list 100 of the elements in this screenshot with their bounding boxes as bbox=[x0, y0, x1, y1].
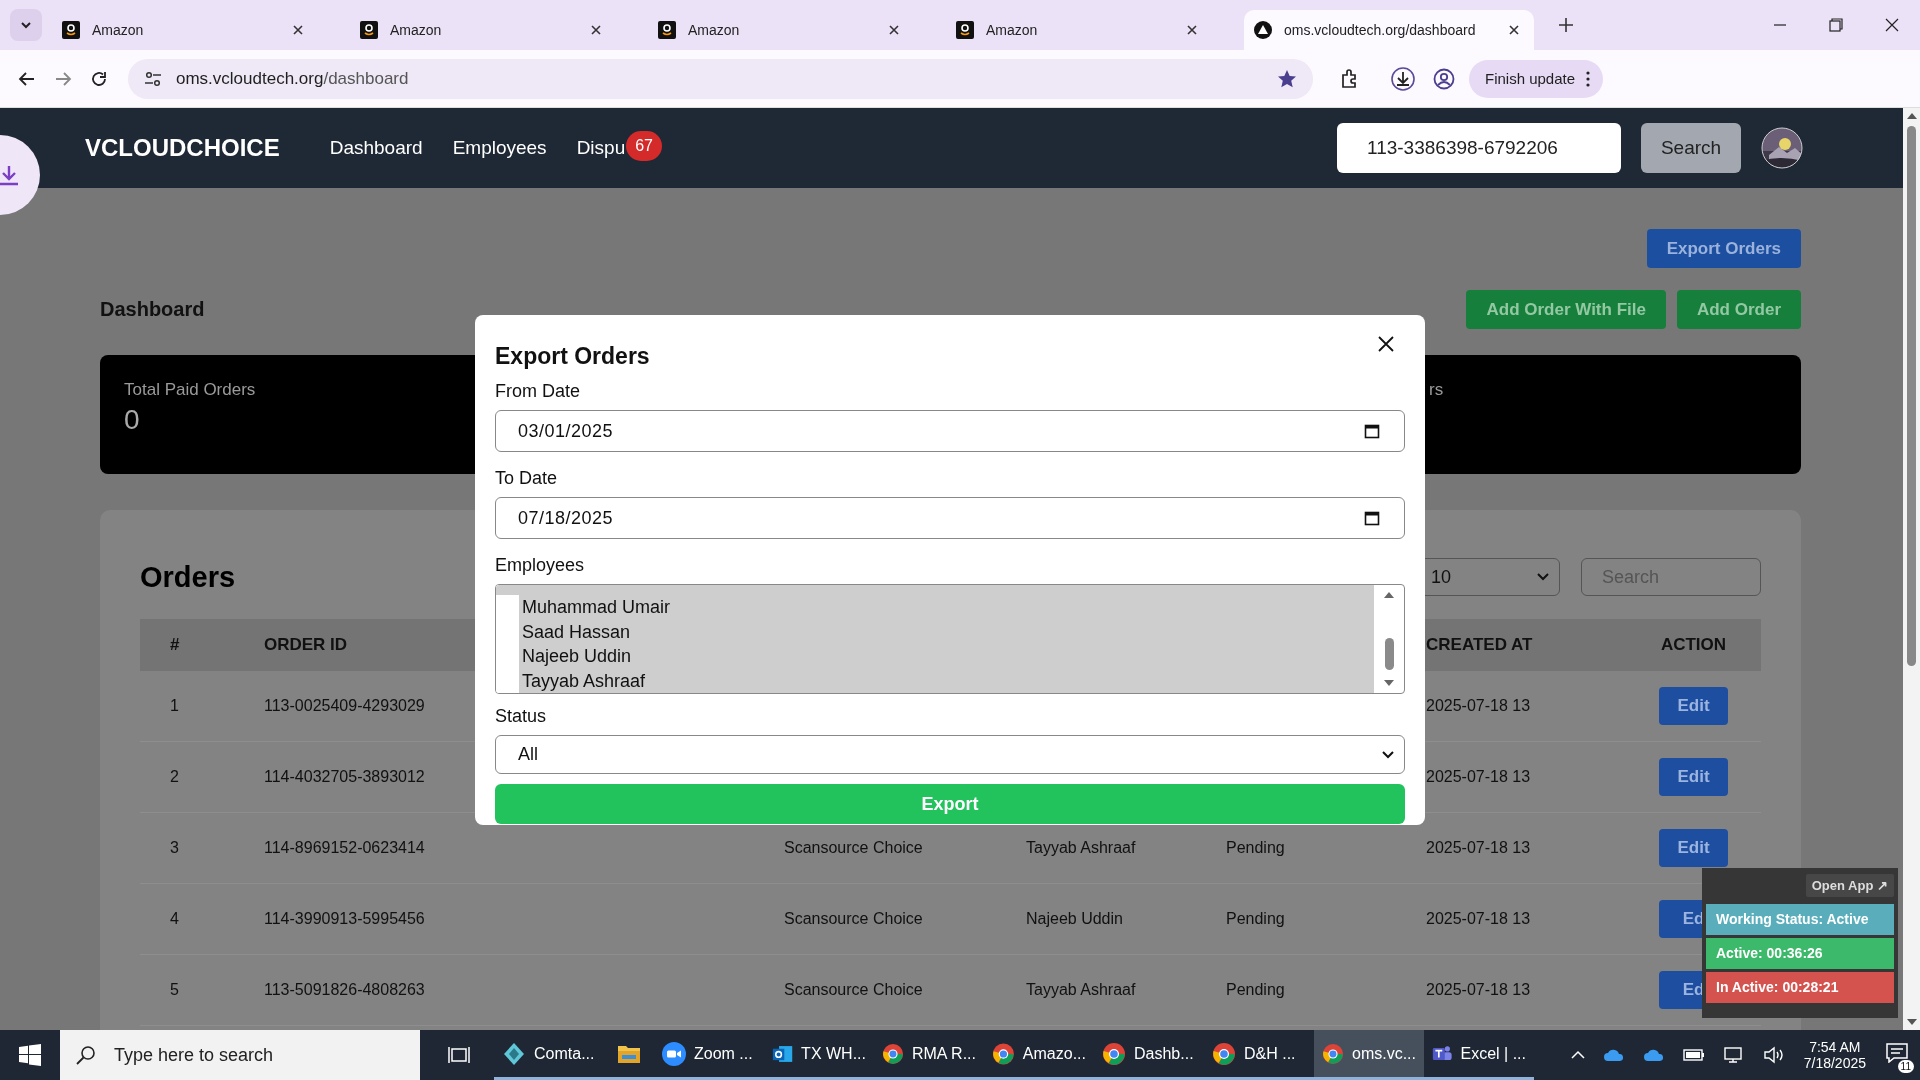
finish-update-button[interactable]: Finish update bbox=[1469, 59, 1604, 98]
more-icon[interactable] bbox=[1585, 70, 1592, 87]
taskbar-app[interactable]: TX WH... bbox=[764, 1030, 874, 1080]
edit-button[interactable]: Edit bbox=[1659, 758, 1728, 796]
table-cell: Scansource Choice bbox=[784, 981, 923, 998]
clock-time[interactable]: 7:54 AM bbox=[1809, 1039, 1861, 1055]
export-orders-button[interactable]: Export Orders bbox=[1646, 229, 1801, 268]
stat-label: rs bbox=[1429, 380, 1444, 400]
table-cell: 114-4032705-3893012 bbox=[264, 768, 425, 785]
close-icon[interactable] bbox=[1508, 24, 1520, 36]
table-cell: Najeeb Uddin bbox=[1026, 910, 1123, 927]
download-icon[interactable] bbox=[1391, 66, 1415, 91]
store-icon bbox=[360, 21, 378, 39]
nav-link[interactable]: Employees bbox=[452, 137, 547, 159]
search-field[interactable]: 113-3386398-6792206 bbox=[1337, 123, 1621, 173]
notification-badge: 67 bbox=[626, 131, 662, 161]
logo[interactable]: VCLOUDCHOICE bbox=[85, 134, 280, 162]
status-select[interactable]: All bbox=[495, 735, 1405, 774]
profile-icon[interactable] bbox=[1433, 67, 1455, 90]
cloud-icon[interactable] bbox=[1602, 1048, 1625, 1062]
employee-option[interactable]: Muhammad Umair bbox=[519, 595, 1374, 620]
close-icon[interactable] bbox=[1885, 18, 1899, 32]
close-icon[interactable] bbox=[590, 24, 602, 36]
open-app-button[interactable]: Open App ↗ bbox=[1805, 874, 1894, 897]
task-view-icon[interactable] bbox=[448, 1045, 470, 1065]
clock-date[interactable]: 7/18/2025 bbox=[1803, 1055, 1866, 1071]
cloud-icon[interactable] bbox=[1642, 1048, 1665, 1062]
table-cell: Tayyab Ashraaf bbox=[1026, 981, 1136, 998]
table-cell: 113-0025409-4293029 bbox=[264, 697, 425, 714]
battery-icon[interactable] bbox=[1682, 1048, 1705, 1062]
table-cell: 2 bbox=[170, 768, 179, 785]
date-field[interactable]: 03/01/2025 bbox=[495, 410, 1405, 452]
windows-icon[interactable] bbox=[19, 1044, 41, 1066]
browser-tab[interactable]: Amazon bbox=[52, 10, 318, 50]
browser-icon bbox=[1102, 1041, 1126, 1066]
restore-icon[interactable] bbox=[1829, 18, 1843, 32]
scroll-up-icon[interactable] bbox=[1906, 112, 1917, 120]
nav-link[interactable]: Dispu bbox=[576, 137, 626, 159]
employee-option[interactable]: Tayyab Ashraaf bbox=[519, 668, 1374, 693]
taskbar-app[interactable]: Amazo... bbox=[984, 1030, 1094, 1080]
star-icon[interactable] bbox=[1277, 68, 1297, 89]
taskbar-app[interactable]: Comta... bbox=[494, 1030, 604, 1080]
taskbar-app[interactable]: Excel | ... bbox=[1424, 1030, 1534, 1080]
employees-listbox[interactable]: Muhammad Umair Saad Hassan Najeeb Uddin Tayyab Ashraaf bbox=[495, 584, 1405, 694]
browser-tab[interactable]: Amazon bbox=[350, 10, 616, 50]
reload-icon[interactable] bbox=[90, 69, 108, 88]
stat-label: Total Paid Orders bbox=[124, 380, 256, 400]
employee-option[interactable]: Saad Hassan bbox=[519, 619, 1374, 644]
taskbar-app[interactable]: oms.vc... bbox=[1314, 1030, 1424, 1080]
status-bar: Working Status: Active bbox=[1706, 904, 1894, 935]
tab-list-button[interactable] bbox=[10, 9, 42, 41]
calendar-icon[interactable] bbox=[1364, 423, 1380, 439]
search-button[interactable]: Search bbox=[1641, 123, 1741, 173]
close-icon[interactable] bbox=[1186, 24, 1198, 36]
notification-count: 11 bbox=[1897, 1060, 1914, 1073]
network-icon[interactable] bbox=[1722, 1046, 1745, 1064]
close-icon[interactable] bbox=[1377, 335, 1395, 353]
scrollbar[interactable] bbox=[1903, 108, 1920, 1030]
close-icon[interactable] bbox=[292, 24, 304, 36]
address-field[interactable]: oms.vcloudtech.org/dashboard bbox=[128, 58, 1313, 99]
table-cell: Pending bbox=[1226, 910, 1285, 927]
notification-icon[interactable] bbox=[1886, 1043, 1908, 1063]
taskbar-app[interactable]: Dashb... bbox=[1094, 1030, 1204, 1080]
field-label: To Date bbox=[495, 468, 558, 489]
close-icon[interactable] bbox=[888, 24, 900, 36]
date-field[interactable]: 07/18/2025 bbox=[495, 497, 1405, 539]
scroll-up-icon[interactable] bbox=[1384, 591, 1394, 599]
scroll-down-icon[interactable] bbox=[1384, 679, 1394, 687]
nav-link[interactable]: Dashboard bbox=[329, 137, 423, 159]
field-label: Employees bbox=[495, 555, 585, 576]
table-cell: Scansource Choice bbox=[784, 839, 923, 856]
employee-option[interactable]: Najeeb Uddin bbox=[519, 644, 1374, 669]
dialog-title: Export Orders bbox=[495, 343, 650, 370]
taskbar-app[interactable]: Zoom ... bbox=[654, 1030, 764, 1080]
column-header: CREATED AT bbox=[1425, 635, 1534, 655]
chevron-up-icon[interactable] bbox=[1570, 1050, 1585, 1060]
forward-icon[interactable] bbox=[54, 69, 72, 88]
status-bar: In Active: 00:28:21 bbox=[1706, 972, 1894, 1003]
browser-tab[interactable]: Amazon bbox=[946, 10, 1212, 50]
store-icon bbox=[956, 21, 974, 39]
table-cell: 2025-07-18 13 bbox=[1426, 910, 1531, 927]
browser-tab[interactable]: Amazon bbox=[648, 10, 914, 50]
calendar-icon[interactable] bbox=[1364, 510, 1380, 526]
table-cell: 2025-07-18 13 bbox=[1426, 839, 1531, 856]
browser-icon bbox=[882, 1041, 904, 1066]
download-icon bbox=[0, 164, 20, 186]
back-icon[interactable] bbox=[18, 69, 36, 88]
scroll-down-icon[interactable] bbox=[1906, 1018, 1917, 1026]
browser-tab[interactable]: oms.vcloudtech.org/dashboard bbox=[1244, 10, 1534, 50]
scroll-thumb[interactable] bbox=[1384, 638, 1394, 670]
volume-icon[interactable] bbox=[1762, 1046, 1785, 1064]
edit-button[interactable]: Edit bbox=[1659, 829, 1728, 867]
site-settings-icon[interactable] bbox=[144, 69, 162, 88]
edit-button[interactable]: Edit bbox=[1659, 687, 1728, 725]
scroll-thumb[interactable] bbox=[1907, 126, 1916, 666]
chevron-down-icon bbox=[1382, 750, 1394, 759]
table-cell: 3 bbox=[170, 839, 179, 856]
taskbar-app[interactable]: RMA R... bbox=[874, 1030, 984, 1080]
new-tab-icon[interactable] bbox=[1558, 17, 1574, 33]
taskbar-search-field[interactable]: Type here to search bbox=[60, 1030, 420, 1080]
